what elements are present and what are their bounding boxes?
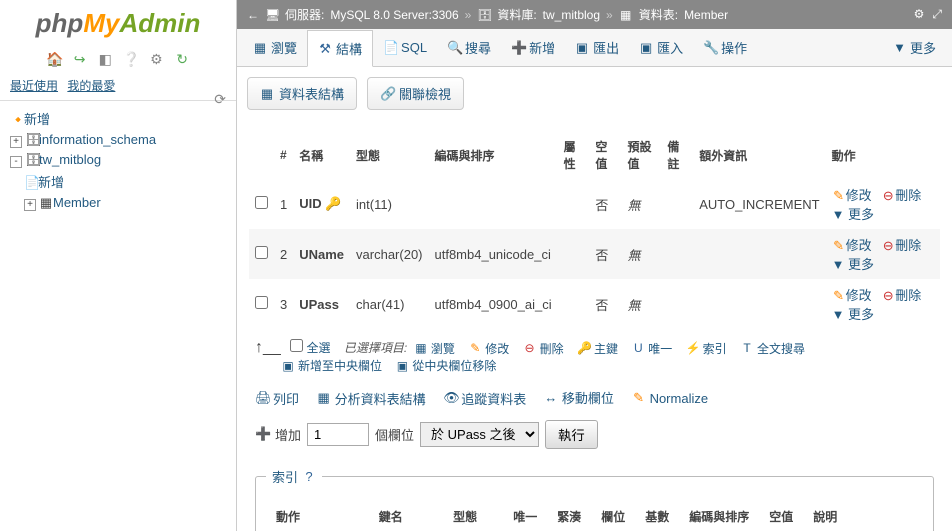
tree-expand[interactable]: + [10, 136, 22, 148]
new-icon: 📄 [24, 175, 38, 191]
table-row: 3UPasschar(41)utf8mb4_0900_ai_ci否無 ✎修改 ⊖… [249, 279, 940, 329]
docs-icon[interactable]: ❔ [123, 51, 139, 67]
indexes-box: 索引 ? 動作鍵名型態 唯一緊湊欄位 基數編碼與排序空值說明 ✎編輯 ⊖刪除 P… [255, 467, 934, 531]
sql-icon[interactable]: ◧ [97, 51, 113, 67]
bulk-rem-central[interactable]: ▣從中央欄位移除 [395, 357, 496, 374]
bulk-browse[interactable]: ▦瀏覽 [414, 340, 455, 357]
subtab-relation[interactable]: 🔗關聯檢視 [367, 77, 464, 110]
logo[interactable]: phpMyAdmin [0, 0, 236, 47]
row-drop[interactable]: ⊖刪除 [881, 188, 921, 203]
row-drop[interactable]: ⊖刪除 [881, 288, 921, 303]
tool-move[interactable]: ↔移動欄位 [544, 388, 614, 407]
tool-print[interactable]: 🖨列印 [255, 389, 299, 408]
primary-key-icon: 🔑 [325, 196, 341, 211]
checkall-label[interactable]: 全選 [306, 339, 330, 356]
tree-table-member[interactable]: Member [53, 195, 101, 210]
tab-import[interactable]: ▣匯入 [629, 29, 693, 66]
server-icon: 🖥 [265, 8, 279, 22]
add-count-input[interactable] [307, 423, 369, 446]
row-edit[interactable]: ✎修改 [832, 238, 872, 253]
tab-more[interactable]: ▼更多 [883, 29, 946, 66]
bulk-unique[interactable]: U唯一 [631, 340, 672, 357]
add-icon: ➕ [255, 426, 269, 442]
bulk-add-central[interactable]: ▣新增至中央欄位 [281, 357, 382, 374]
row-edit[interactable]: ✎修改 [832, 288, 872, 303]
row-checkbox[interactable] [255, 196, 268, 209]
row-edit[interactable]: ✎修改 [832, 188, 872, 203]
table-row: 2UNamevarchar(20)utf8mb4_unicode_ci否無 ✎修… [249, 229, 940, 279]
indexes-table: 動作鍵名型態 唯一緊湊欄位 基數編碼與排序空值說明 ✎編輯 ⊖刪除 PRIMAR… [266, 504, 847, 531]
up-icon[interactable]: ⤢ [932, 7, 942, 22]
breadcrumb: ← 🖥 伺服器: MySQL 8.0 Server:3306 » 🗄 資料庫: … [237, 0, 952, 29]
settings-icon[interactable]: ⚙ [148, 51, 164, 67]
add-position-select[interactable]: 於 UPass 之後 [420, 422, 539, 447]
add-label: 增加 [275, 425, 301, 444]
row-more[interactable]: ▼ 更多 [832, 257, 874, 272]
indexes-legend[interactable]: 索引 ? [266, 467, 322, 486]
tree-refresh-icon[interactable]: ⟳ [214, 91, 226, 108]
tab-browse[interactable]: ▦瀏覽 [243, 29, 307, 66]
tab-operations[interactable]: 🔧操作 [693, 29, 757, 66]
tree-db-info[interactable]: information_schema [39, 132, 156, 147]
row-checkbox[interactable] [255, 296, 268, 309]
tree-db2-new[interactable]: 新增 [38, 175, 64, 190]
tree-new[interactable]: 新增 [24, 112, 50, 127]
gear-icon[interactable]: ⚙ [914, 7, 925, 22]
row-checkbox[interactable] [255, 246, 268, 259]
db-icon: 🗄 [477, 8, 491, 22]
home-icon[interactable]: 🏠 [46, 51, 62, 67]
table-icon: ▦ [39, 195, 53, 211]
row-more[interactable]: ▼ 更多 [832, 307, 874, 322]
tab-sql[interactable]: 📄SQL [373, 29, 437, 66]
link-recent[interactable]: 最近使用 [10, 79, 58, 93]
bulk-primary[interactable]: 🔑主鍵 [577, 340, 618, 357]
table-icon: ▦ [619, 8, 633, 22]
link-favorites[interactable]: 我的最愛 [67, 79, 115, 93]
reload-icon[interactable]: ↻ [174, 51, 190, 67]
add-col-label: 個欄位 [375, 425, 414, 444]
tab-search[interactable]: 🔍搜尋 [437, 29, 501, 66]
db-icon: 🗄 [25, 132, 39, 148]
bulk-arrow-icon: ↑__ [255, 339, 281, 357]
row-drop[interactable]: ⊖刪除 [881, 238, 921, 253]
tree-expand-table[interactable]: + [24, 199, 36, 211]
tree-new-icon: 🔸 [10, 112, 24, 128]
bulk-drop[interactable]: ⊖刪除 [523, 340, 564, 357]
bulk-change[interactable]: ✎修改 [468, 340, 509, 357]
table-row: 1UID 🔑int(11)否無AUTO_INCREMENT ✎修改 ⊖刪除 ▼ … [249, 179, 940, 230]
tab-structure[interactable]: ⚒結構 [307, 30, 373, 67]
bulk-index[interactable]: ⚡索引 [686, 340, 727, 357]
tree-db-blog[interactable]: tw_mitblog [39, 152, 101, 167]
row-more[interactable]: ▼ 更多 [832, 207, 874, 222]
tab-insert[interactable]: ➕新增 [501, 29, 565, 66]
checkall[interactable] [290, 339, 303, 352]
exit-icon[interactable]: ↪ [72, 51, 88, 67]
tool-analyze[interactable]: ▦分析資料表結構 [317, 389, 426, 408]
db-icon: 🗄 [25, 152, 39, 168]
columns-table: #名稱型態 編碼與排序屬性空值 預設值備註額外資訊 動作 1UID 🔑int(1… [249, 132, 940, 329]
tab-export[interactable]: ▣匯出 [565, 29, 629, 66]
tree-collapse[interactable]: - [10, 156, 22, 168]
tool-normalize[interactable]: ✎Normalize [632, 390, 709, 406]
add-go-button[interactable]: 執行 [545, 420, 598, 449]
bulk-fulltext[interactable]: T全文搜尋 [740, 340, 805, 357]
subtab-table-structure[interactable]: ▦資料表結構 [247, 77, 357, 110]
with-selected-label: 已選擇項目: [344, 341, 407, 355]
tool-track[interactable]: 👁追蹤資料表 [443, 389, 526, 408]
